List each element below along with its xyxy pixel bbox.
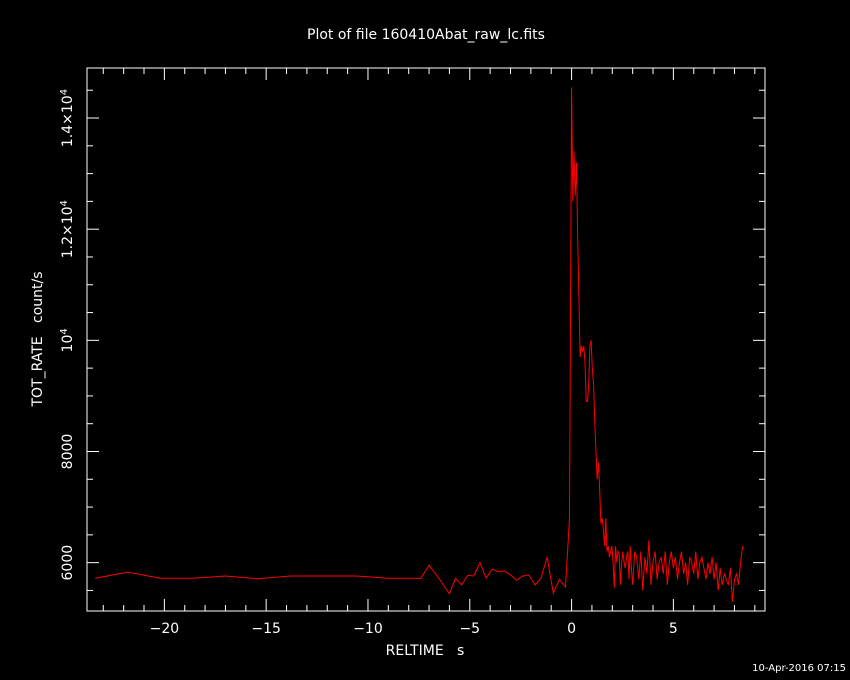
x-tick-label: −10 — [353, 621, 383, 637]
y-tick-label: 8000 — [60, 434, 76, 470]
x-tick-label: −15 — [251, 621, 281, 637]
x-tick-label: −20 — [150, 621, 180, 637]
y-tick-label: 104 — [59, 328, 77, 352]
x-tick-label: −5 — [459, 621, 480, 637]
y-tick-label: 6000 — [60, 545, 76, 581]
x-tick-label: 0 — [567, 621, 576, 637]
x-axis-label: RELTIME s — [386, 643, 465, 659]
timestamp: 10-Apr-2016 07:15 — [752, 663, 846, 674]
axis-ticks — [87, 68, 765, 611]
plot-frame — [86, 67, 766, 612]
chart-title: Plot of file 160410Abat_raw_lc.fits — [307, 27, 545, 43]
x-tick-label: 5 — [669, 621, 678, 637]
y-tick-labels: 6000 8000 104 1.2×104 1.4×104 — [59, 89, 77, 581]
light-curve-chart: Plot of file 160410Abat_raw_lc.fits −20−… — [30, 27, 846, 674]
series-line — [95, 87, 744, 602]
y-axis-label: TOT_RATE count/s — [30, 271, 46, 407]
y-tick-label: 1.2×104 — [59, 200, 77, 258]
x-tick-labels: −20 −15 −10 −5 0 5 — [150, 621, 678, 637]
y-tick-label: 1.4×104 — [59, 89, 77, 147]
